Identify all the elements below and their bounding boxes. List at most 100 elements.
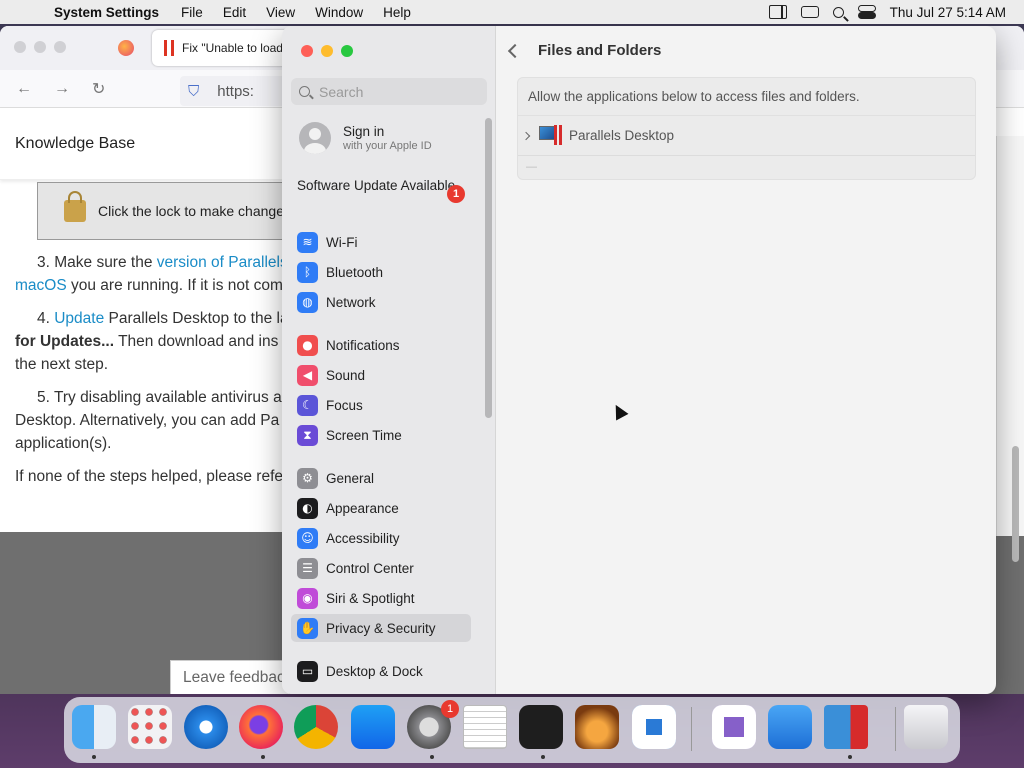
menu-edit[interactable]: Edit [213, 5, 256, 20]
remove-button[interactable]: — [518, 156, 975, 178]
menu-clock[interactable]: Thu Jul 27 5:14 AM [890, 5, 1006, 20]
browser-minimize-icon[interactable] [34, 41, 46, 53]
textedit-icon[interactable] [463, 705, 507, 749]
step5-b: Desktop. Alternatively, you can add Pa [15, 412, 280, 429]
sidebar-item-siri-spotlight[interactable]: ◉ Siri & Spotlight [291, 584, 471, 612]
menu-view[interactable]: View [256, 5, 305, 20]
step4-end: the next step. [15, 356, 109, 373]
sidebar-item-label: General [326, 470, 375, 486]
firefox-tab-icon[interactable] [118, 40, 134, 56]
apple-id-signin[interactable]: Sign in with your Apple ID [299, 122, 432, 154]
app-menu[interactable]: System Settings [42, 5, 171, 20]
wifi-icon: ≋ [297, 231, 318, 253]
finder-icon[interactable] [72, 705, 116, 749]
minimize-window-icon[interactable] [321, 45, 333, 57]
browser-tab[interactable]: Fix "Unable to load [152, 30, 292, 66]
sidebar-item-label: Siri & Spotlight [326, 590, 415, 606]
weather-icon[interactable] [768, 705, 812, 749]
url-bar[interactable]: ⛉ https: [180, 76, 290, 106]
sidebar-item-label: Focus [326, 397, 363, 413]
close-window-icon[interactable] [301, 45, 313, 57]
browser-zoom-icon[interactable] [54, 41, 66, 53]
moon-icon: ☾ [297, 394, 318, 416]
dock-running-indicator [541, 755, 545, 759]
sidebar-item-bluetooth[interactable]: ᛒ Bluetooth [291, 258, 471, 286]
visual-studio-icon[interactable] [712, 705, 756, 749]
window-status-icon[interactable] [800, 6, 819, 18]
step5-a: 5. Try disabling available antivirus ap [37, 389, 291, 406]
app-row-label: Parallels Desktop [569, 128, 675, 143]
dock-badge: 1 [441, 700, 459, 718]
shield-icon[interactable]: ⛉ [188, 83, 199, 100]
browser-side-strip [996, 136, 1024, 536]
sidebar-status-icon[interactable] [768, 5, 787, 19]
sidebar-item-appearance[interactable]: ◐ Appearance [291, 494, 471, 522]
sidebar-item-label: Privacy & Security [326, 620, 436, 636]
dock-separator [691, 707, 692, 751]
sidebar-item-label: Appearance [326, 500, 399, 516]
zoom-window-icon[interactable] [341, 45, 353, 57]
update-link[interactable]: Update [54, 310, 104, 327]
bell-icon: ● [297, 334, 318, 356]
lock-icon [64, 191, 86, 222]
sidebar-item-screen-time[interactable]: ⧗ Screen Time [291, 421, 471, 449]
trash-icon[interactable] [904, 705, 948, 749]
chrome-icon[interactable] [294, 705, 338, 749]
app-row-parallels[interactable]: Parallels Desktop [518, 116, 975, 156]
app-store-icon[interactable] [351, 705, 395, 749]
article-body: 3. Make sure the version of Parallels ma… [15, 254, 291, 485]
sidebar-item-label: Notifications [326, 337, 400, 353]
vscode-icon[interactable] [632, 705, 676, 749]
hand-icon: ✋ [297, 617, 318, 639]
launchpad-icon[interactable] [128, 705, 172, 749]
menu-file[interactable]: File [171, 5, 213, 20]
appearance-icon: ◐ [297, 497, 318, 519]
content-header: Files and Folders [507, 42, 661, 59]
browser-close-icon[interactable] [14, 41, 26, 53]
sidebar-scrollbar[interactable] [485, 118, 492, 418]
speaker-icon: ◀ [297, 364, 318, 386]
garageband-icon[interactable] [575, 705, 619, 749]
signin-subtitle: with your Apple ID [343, 140, 432, 152]
reload-icon[interactable]: ↻ [92, 79, 105, 99]
dock-separator [895, 707, 896, 751]
settings-search-input[interactable]: Search [291, 78, 487, 105]
sidebar-item-accessibility[interactable]: ☺ Accessibility [291, 524, 471, 552]
sidebar-item-wi-fi[interactable]: ≋ Wi-Fi [291, 228, 471, 256]
sidebar-item-label: Network [326, 294, 376, 310]
files-folders-panel: Allow the applications below to access f… [517, 77, 976, 180]
sidebar-item-notifications[interactable]: ● Notifications [291, 331, 471, 359]
settings-sidebar: Search Sign in with your Apple ID Softwa… [282, 26, 496, 694]
parallels-icon[interactable] [824, 705, 868, 749]
sidebar-item-privacy-security[interactable]: ✋ Privacy & Security [291, 614, 471, 642]
software-update-item[interactable]: Software Update Available [297, 178, 467, 194]
spotlight-search-icon[interactable] [832, 6, 844, 18]
parallels-favicon-icon [164, 40, 174, 56]
sidebar-item-focus[interactable]: ☾ Focus [291, 391, 471, 419]
sidebar-item-sound[interactable]: ◀ Sound [291, 361, 471, 389]
system-settings-window: Search Sign in with your Apple ID Softwa… [282, 26, 996, 694]
sidebar-item-general[interactable]: ⚙ General [291, 464, 471, 492]
back-arrow-icon[interactable]: ← [16, 80, 32, 98]
dock-icon: ▭ [297, 660, 318, 682]
terminal-icon[interactable] [519, 705, 563, 749]
lock-instruction-text: Click the lock to make change [98, 203, 284, 219]
control-center-icon[interactable] [857, 5, 876, 19]
menu-bar: System Settings File Edit View Window He… [0, 0, 1024, 24]
sidebar-item-network[interactable]: ◍ Network [291, 288, 471, 316]
forward-arrow-icon[interactable]: → [54, 80, 70, 98]
sidebar-item-desktop-dock[interactable]: ▭ Desktop & Dock [291, 657, 471, 685]
sidebar-item-control-center[interactable]: ☰ Control Center [291, 554, 471, 582]
firefox-icon[interactable] [239, 705, 283, 749]
safari-icon[interactable] [184, 705, 228, 749]
back-chevron-icon[interactable] [507, 43, 523, 58]
step3-prefix: 3. Make sure the [37, 254, 157, 271]
menu-window[interactable]: Window [305, 5, 373, 20]
browser-scrollbar[interactable] [1012, 446, 1019, 562]
feedback-button[interactable]: Leave feedbac [170, 660, 290, 694]
menu-help[interactable]: Help [373, 5, 421, 20]
disclosure-chevron-icon[interactable] [521, 131, 531, 140]
search-placeholder: Search [319, 83, 364, 100]
version-link[interactable]: version of Parallels [157, 254, 288, 271]
macos-link[interactable]: macOS [15, 277, 67, 294]
